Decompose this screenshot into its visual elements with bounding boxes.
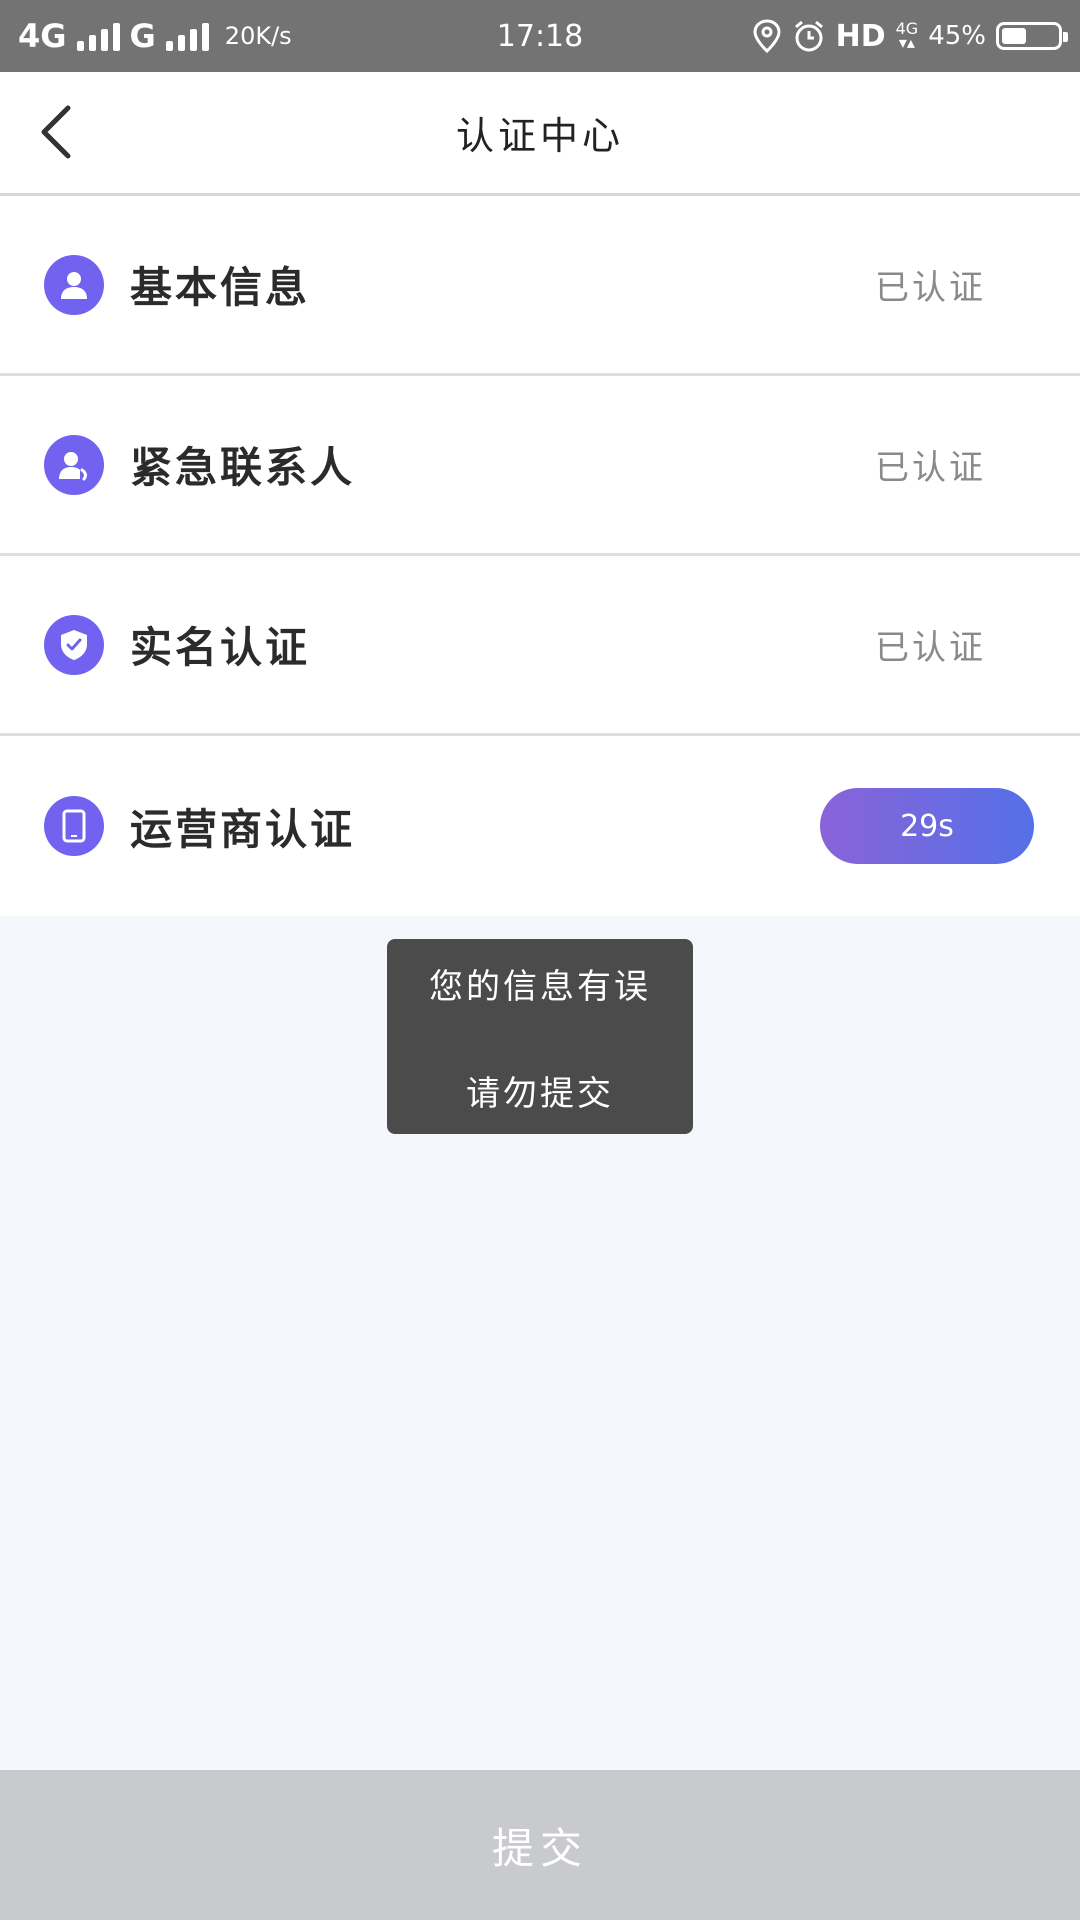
verification-list: 基本信息 已认证 紧急联系人 已认证 实名认证 已认证 运营商认证 29s — [0, 196, 1080, 916]
submit-button[interactable]: 提交 — [0, 1770, 1080, 1920]
shield-check-icon — [44, 614, 104, 675]
status-bar: 4G G 20K/s 17:18 HD 4G ▾▴ 45% — [0, 0, 1080, 72]
item-real-name[interactable]: 实名认证 已认证 — [0, 556, 1080, 736]
network-speed: 20K/s — [224, 22, 292, 50]
item-status: 已认证 — [875, 628, 986, 668]
hd-indicator: HD — [835, 18, 886, 54]
data-indicator-label: 4G — [895, 19, 919, 38]
alarm-icon — [794, 20, 823, 52]
page-title: 认证中心 — [455, 114, 624, 158]
countdown-button[interactable]: 29s — [820, 788, 1034, 864]
item-label: 运营商认证 — [130, 804, 356, 854]
status-left: 4G G 20K/s — [18, 17, 292, 55]
item-status: 已认证 — [875, 268, 986, 308]
location-icon — [753, 19, 781, 53]
signal-icon-1 — [76, 21, 120, 51]
contact-phone-icon — [44, 434, 104, 495]
battery-percent: 45% — [928, 21, 986, 51]
item-status: 已认证 — [875, 448, 986, 488]
network-type-1: 4G — [18, 17, 67, 55]
item-label: 基本信息 — [130, 263, 311, 312]
network-type-2: G — [129, 17, 156, 55]
item-emergency-contact[interactable]: 紧急联系人 已认证 — [0, 376, 1080, 556]
status-right: HD 4G ▾▴ 45% — [752, 18, 1068, 54]
toast-line-1: 您的信息有误 — [429, 966, 651, 1007]
signal-icon-2 — [165, 21, 209, 51]
item-label: 紧急联系人 — [130, 443, 356, 492]
error-toast: 您的信息有误 请勿提交 — [387, 939, 693, 1134]
toast-line-2: 请勿提交 — [466, 1073, 614, 1114]
person-icon — [44, 254, 104, 315]
battery-icon — [996, 22, 1068, 50]
mobile-phone-icon — [44, 796, 104, 856]
battery-fill — [1002, 28, 1026, 44]
item-label: 实名认证 — [130, 623, 311, 672]
data-indicator-icon: 4G ▾▴ — [895, 19, 919, 52]
item-carrier[interactable]: 运营商认证 29s — [0, 736, 1080, 916]
item-basic-info[interactable]: 基本信息 已认证 — [0, 196, 1080, 376]
header: 认证中心 — [0, 72, 1080, 196]
